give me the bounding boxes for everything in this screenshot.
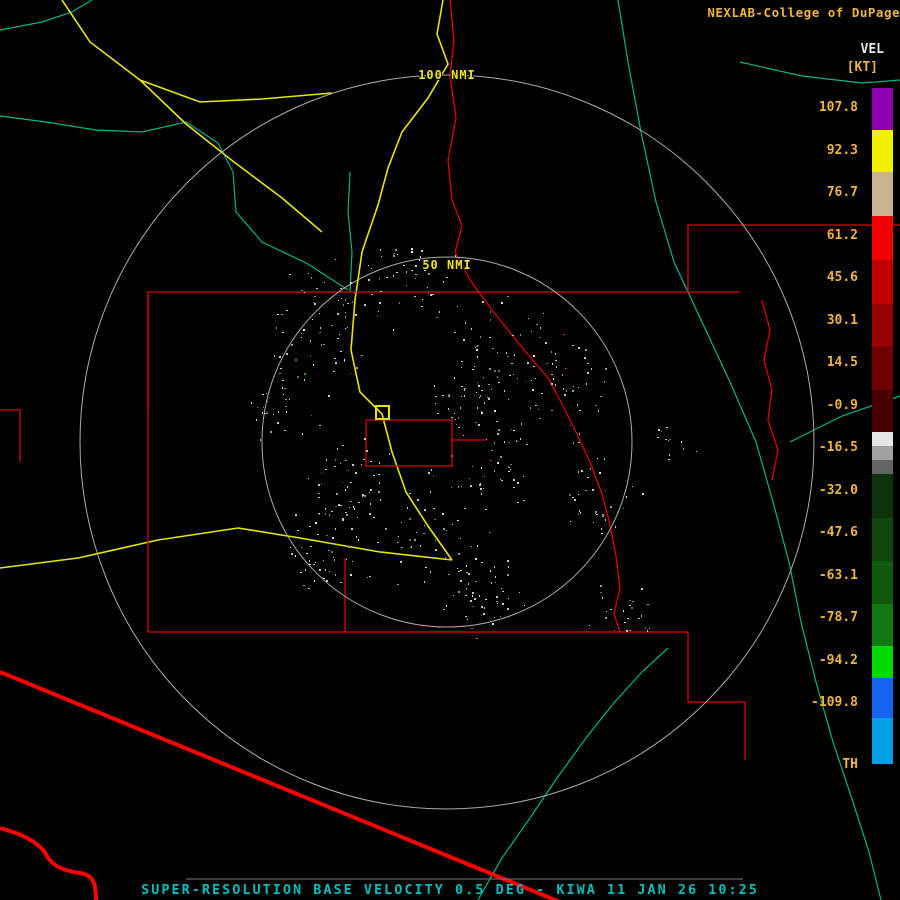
- radar-echoes: [251, 248, 697, 639]
- colorbar-tick-label: 107.8: [818, 100, 858, 115]
- colorbar-segment: [872, 130, 893, 172]
- colorbar-segment: [872, 260, 893, 304]
- colorbar-segment: [872, 304, 893, 347]
- product-caption: SUPER-RESOLUTION BASE VELOCITY 0.5 DEG -…: [141, 882, 759, 898]
- colorbar-segment: [872, 604, 893, 646]
- colorbar-tick-label: 76.7: [826, 185, 858, 200]
- colorbar-tick-label: 14.5: [826, 355, 858, 370]
- colorbar-tick-label: -0.9: [826, 397, 858, 413]
- colorbar-segment: [872, 88, 893, 130]
- colorbar-unit-label: VEL: [860, 42, 884, 57]
- county-boundary-lines: [0, 0, 900, 760]
- colorbar-tick-label: -94.2: [818, 652, 858, 668]
- thick-border-lines: [0, 670, 561, 900]
- highway-lines: [0, 0, 453, 569]
- range-rings: [79, 74, 815, 810]
- colorbar-tick-label: -16.5: [818, 440, 858, 455]
- attribution-title: NEXLAB-College of DuPage: [707, 5, 900, 20]
- range-ring-50nmi: [261, 256, 633, 628]
- colorbar-segment: [872, 518, 893, 561]
- colorbar-th-label: TH: [842, 757, 858, 772]
- colorbar-tick-label: 61.2: [826, 227, 858, 243]
- radar-map-canvas: [0, 0, 900, 900]
- range-ring-label-50: 50 NMI: [422, 258, 472, 272]
- colorbar-tick-label: 45.6: [826, 270, 858, 285]
- colorbar-tick-label: 30.1: [826, 312, 858, 328]
- colorbar-tick-label: -78.7: [818, 610, 858, 625]
- river-lines: [0, 0, 900, 900]
- colorbar-unit-bracket: [KT]: [846, 60, 878, 75]
- colorbar-segment: [872, 561, 893, 604]
- colorbar-segment: [872, 172, 893, 216]
- colorbar-tick-label: -109.8: [811, 695, 858, 710]
- radar-display: NEXLAB-College of DuPage VEL [KT] 107.8 9…: [0, 0, 900, 900]
- colorbar-segment: [872, 718, 893, 764]
- colorbar-tick-label: -47.6: [818, 525, 858, 540]
- range-ring-100nmi: [79, 74, 815, 810]
- colorbar-segment: [872, 216, 893, 260]
- colorbar-segment: [872, 474, 893, 518]
- colorbar-segment: [872, 646, 893, 678]
- colorbar-tick-label: -32.0: [818, 482, 858, 498]
- colorbar-segment: [872, 460, 893, 474]
- velocity-colorbar: [872, 88, 893, 764]
- colorbar-segment: [872, 390, 893, 432]
- colorbar-segment: [872, 678, 893, 718]
- colorbar-tick-label: 92.3: [826, 142, 858, 158]
- colorbar-tick-label: -63.1: [818, 567, 858, 583]
- colorbar-segment: [872, 347, 893, 390]
- colorbar-segment: [872, 446, 893, 460]
- colorbar-segment: [872, 432, 893, 446]
- range-ring-label-100: 100 NMI: [418, 68, 476, 82]
